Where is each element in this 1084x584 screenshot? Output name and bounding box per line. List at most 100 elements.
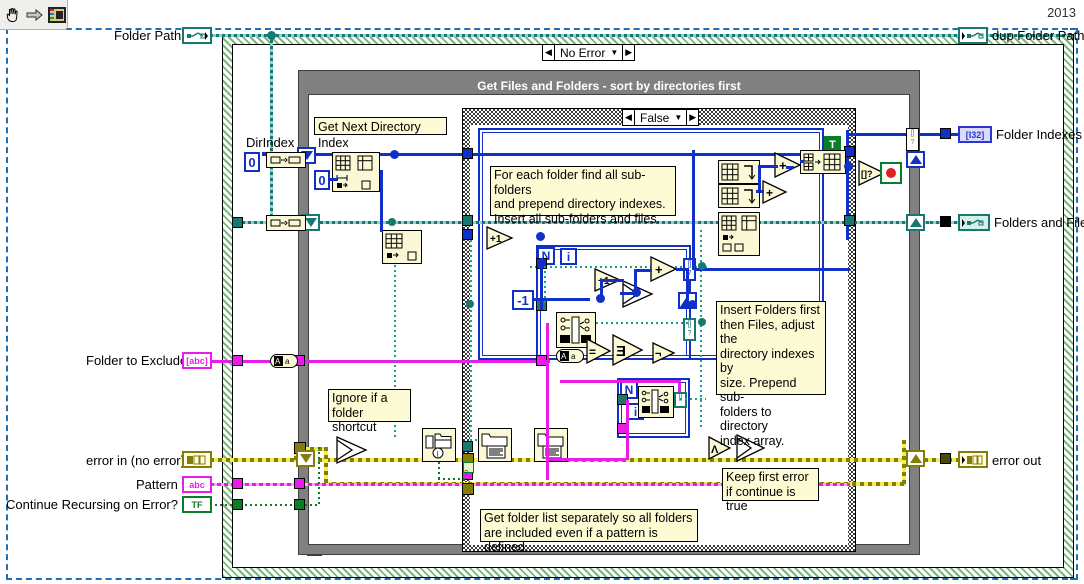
insert-into-array-node-1[interactable] [800, 150, 846, 174]
path-to-string-node-2[interactable] [266, 215, 306, 231]
to-lower-case-node-1[interactable]: Aa [270, 354, 298, 368]
comment-keep-first-error[interactable]: Keep first error if continue is true [722, 468, 819, 513]
error-out-terminal[interactable] [958, 451, 988, 468]
tunnel-inner-case-teal[interactable] [844, 215, 855, 226]
inner-selector-prev-arrow[interactable]: ◀ [623, 110, 635, 125]
stop-button[interactable] [880, 162, 902, 184]
tunnel-error-right[interactable] [940, 453, 951, 464]
wire-blue-down-2 [540, 258, 543, 310]
tunnel-continue-left[interactable] [232, 499, 243, 510]
array-subset-node-2[interactable] [718, 184, 760, 208]
equal-node[interactable]: = [586, 337, 614, 365]
tunnel-inner-case-error2[interactable] [462, 483, 474, 495]
comment-insert-folders-first[interactable]: Insert Folders first then Files, adjust … [716, 301, 826, 448]
comment-ignore-if-shortcut[interactable]: Ignore if a folder shortcut [328, 389, 411, 434]
run-arrow-icon[interactable] [25, 4, 45, 26]
continue-recursing-terminal[interactable]: TF [182, 496, 212, 513]
array-subset-node-1[interactable] [718, 160, 760, 184]
tunnel-pattern-case-left[interactable] [294, 478, 305, 489]
svg-text:+: + [766, 186, 773, 200]
shift-register-folders-right[interactable] [906, 214, 925, 231]
vi-icon[interactable] [47, 4, 67, 26]
list-folder-node-2[interactable] [534, 428, 568, 462]
inner-selector-next-arrow[interactable]: ▶ [686, 110, 698, 125]
shift-register-error-left[interactable] [296, 450, 315, 467]
add-node-3[interactable]: + [774, 151, 804, 179]
labview-block-diagram: ◀ No Error ▼ ▶ i Get Files and Folders -… [0, 0, 1084, 584]
wire-pink-riser-3 [678, 380, 681, 392]
comment-for-each-folder[interactable]: For each folder find all sub-folders and… [490, 166, 676, 226]
to-lower-case-node-2[interactable]: Aa [556, 349, 584, 363]
selector-next-arrow[interactable]: ▶ [622, 45, 634, 60]
dup-folder-path-terminal[interactable] [958, 27, 988, 44]
minus-one-constant[interactable]: -1 [512, 290, 534, 310]
comment-get-folder-list[interactable]: Get folder list separately so all folder… [480, 509, 698, 554]
tunnel-inner-case-teal-left[interactable] [462, 215, 473, 226]
wire-folder-path-top [210, 34, 1070, 37]
tunnel-inner-case-blue-left[interactable] [462, 148, 473, 159]
inner-case-selector[interactable]: ◀ False ▼ ▶ [622, 109, 700, 126]
toolbar[interactable] [0, 0, 68, 30]
increment-node[interactable]: +1 [486, 226, 516, 250]
array-index-zero-constant[interactable]: 0 [314, 170, 330, 190]
shift-register-error-right[interactable] [906, 450, 925, 467]
or-array-node[interactable]: Ǝ [612, 333, 646, 367]
wire-teal-trunk-2 [470, 230, 472, 450]
dirindex-label: DirIndex [246, 135, 295, 150]
wire-bool-h-1 [438, 478, 466, 480]
folder-to-exclude-label: Folder to Exclude [86, 353, 188, 368]
folder-to-exclude-glyph: [abc] [186, 355, 208, 366]
tunnel-continue-case-left[interactable] [294, 499, 305, 510]
tunnel-folder-indexes-right[interactable] [940, 128, 951, 139]
list-folder-node-1[interactable] [478, 428, 512, 462]
select-node-3[interactable] [336, 435, 370, 465]
path-to-string-node-1[interactable] [266, 152, 306, 168]
case-structure-title: Get Files and Folders - sort by director… [477, 79, 741, 93]
tunnel-pattern-left[interactable] [232, 478, 243, 489]
tunnel-folders-files-right[interactable] [940, 216, 951, 227]
while-loop-selector[interactable]: ◀ No Error ▼ ▶ [542, 44, 636, 61]
pattern-glyph: abc [189, 479, 205, 490]
comment-get-next-directory-index[interactable]: Get Next Directory Index [314, 117, 447, 150]
conditional-tunnel-4[interactable]: []? [906, 128, 919, 151]
svg-text:+: + [655, 262, 663, 277]
continue-recursing-label: Continue Recursing on Error? (F) [6, 497, 199, 512]
folder-to-exclude-terminal[interactable]: [abc] [182, 352, 212, 369]
folders-and-files-terminal[interactable] [958, 214, 990, 231]
delete-from-array-node[interactable] [332, 152, 380, 192]
add-node-2[interactable]: + [762, 179, 790, 205]
shift-register-dirindex-right[interactable] [906, 151, 925, 168]
search-replace-string-node-2[interactable] [638, 386, 674, 418]
wire-continue-bool-riser [318, 447, 320, 505]
wire-pink-h-2 [560, 380, 680, 383]
junction-3 [596, 294, 605, 303]
dirindex-zero-constant[interactable]: 0 [244, 152, 260, 172]
chevron-down-icon-inner[interactable]: ▼ [674, 113, 686, 122]
wire-blue-riser-5 [758, 166, 761, 192]
tunnel-inner-case-selector-bool[interactable]: ? [463, 462, 474, 478]
error-in-terminal[interactable] [182, 451, 212, 468]
tunnel-inner-case-teal-low[interactable] [462, 441, 473, 452]
hand-tool-icon[interactable] [3, 4, 23, 26]
inner-case-selector-label: False [640, 110, 670, 125]
chevron-down-icon[interactable]: ▼ [610, 48, 622, 57]
junction-6 [536, 232, 545, 241]
pattern-terminal[interactable]: abc [182, 476, 212, 493]
wire-pink-riser-2 [626, 400, 629, 460]
wire-blue-h-2 [540, 298, 590, 301]
selector-prev-arrow[interactable]: ◀ [543, 45, 555, 60]
array-size-node-2[interactable] [718, 212, 760, 256]
folder-path-terminal[interactable] [182, 27, 212, 44]
file-info-node[interactable]: i [422, 428, 456, 462]
folder-indexes-terminal[interactable]: [I32] [958, 126, 992, 143]
not-node[interactable]: ¬ [652, 341, 678, 365]
tunnel-folder-exclude-left[interactable] [232, 355, 243, 366]
error-out-label: error out [992, 453, 1042, 468]
folder-path-label: Folder Path [114, 28, 182, 43]
tunnel-inner-case-blue-left2[interactable] [462, 229, 473, 240]
array-size-node[interactable] [382, 230, 422, 264]
conditional-tunnel-3[interactable]: [] [674, 392, 687, 408]
junction-9 [698, 318, 706, 326]
wire-blue-h-3 [600, 279, 624, 282]
wire-blue-h-11 [800, 160, 804, 163]
